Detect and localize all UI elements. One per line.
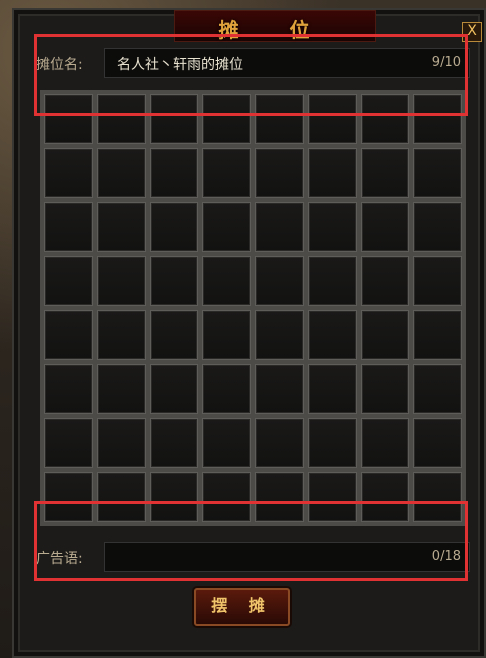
item-slot[interactable] xyxy=(360,256,410,306)
item-slot[interactable] xyxy=(307,364,357,414)
item-slot[interactable] xyxy=(149,202,199,252)
item-slot[interactable] xyxy=(44,364,93,414)
item-slot[interactable] xyxy=(44,310,93,360)
item-slot[interactable] xyxy=(149,310,199,360)
item-slot[interactable] xyxy=(307,202,357,252)
item-slot[interactable] xyxy=(255,310,304,360)
item-slot[interactable] xyxy=(413,256,462,306)
item-slot[interactable] xyxy=(360,148,410,198)
item-slot[interactable] xyxy=(202,148,251,198)
item-slot[interactable] xyxy=(96,364,146,414)
item-slot[interactable] xyxy=(202,202,251,252)
item-slot[interactable] xyxy=(255,202,304,252)
item-slot[interactable] xyxy=(255,256,304,306)
item-slot[interactable] xyxy=(307,256,357,306)
item-slot[interactable] xyxy=(96,148,146,198)
item-slot[interactable] xyxy=(255,418,304,468)
item-slot[interactable] xyxy=(202,310,251,360)
item-slot[interactable] xyxy=(44,418,93,468)
item-slot[interactable] xyxy=(149,148,199,198)
item-slot[interactable] xyxy=(360,364,410,414)
item-slot[interactable] xyxy=(360,202,410,252)
item-slot[interactable] xyxy=(202,256,251,306)
item-slot[interactable] xyxy=(255,148,304,198)
item-slot[interactable] xyxy=(44,202,93,252)
item-slot[interactable] xyxy=(413,310,462,360)
item-slot[interactable] xyxy=(413,418,462,468)
item-slot[interactable] xyxy=(413,202,462,252)
highlight-box-top xyxy=(34,34,468,116)
item-slot[interactable] xyxy=(44,148,93,198)
item-slot[interactable] xyxy=(413,148,462,198)
item-slot[interactable] xyxy=(149,418,199,468)
item-slot[interactable] xyxy=(96,202,146,252)
highlight-box-bottom xyxy=(34,501,468,581)
item-slot[interactable] xyxy=(255,364,304,414)
item-slot[interactable] xyxy=(149,256,199,306)
item-slot[interactable] xyxy=(202,418,251,468)
item-slot[interactable] xyxy=(96,256,146,306)
set-stall-button[interactable]: 摆 摊 xyxy=(194,588,290,626)
item-slot[interactable] xyxy=(307,418,357,468)
item-slot[interactable] xyxy=(307,148,357,198)
item-slot[interactable] xyxy=(96,310,146,360)
item-slot[interactable] xyxy=(360,418,410,468)
item-slot[interactable] xyxy=(360,310,410,360)
item-slot[interactable] xyxy=(307,310,357,360)
item-slot[interactable] xyxy=(96,418,146,468)
item-slot[interactable] xyxy=(413,364,462,414)
item-slot[interactable] xyxy=(44,256,93,306)
item-grid xyxy=(40,90,466,526)
item-slot[interactable] xyxy=(202,364,251,414)
item-slot[interactable] xyxy=(149,364,199,414)
